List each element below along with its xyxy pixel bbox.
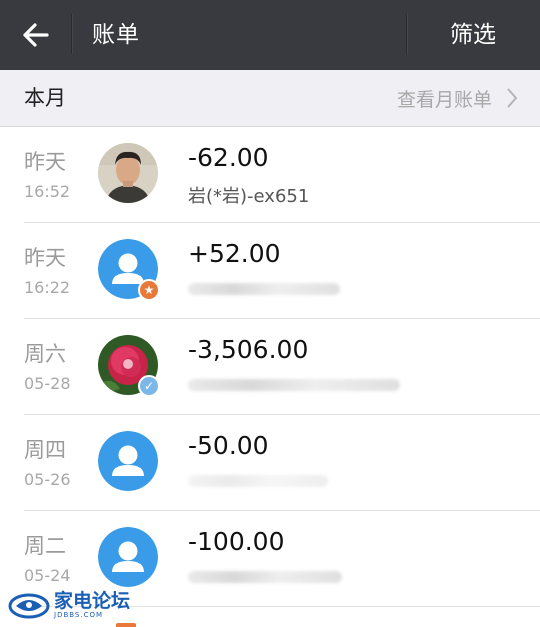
- default-user-icon: [98, 527, 158, 587]
- transaction-row[interactable]: 昨天 16:22 ★ +52.00: [0, 223, 540, 319]
- filter-button[interactable]: 筛选: [406, 0, 540, 70]
- transaction-amount: -3,506.00: [188, 335, 309, 364]
- avatar: [98, 527, 158, 587]
- redacted-description: [188, 571, 342, 583]
- transaction-list: 昨天 16:52 -62.00 岩(*岩)-ex651 昨天 16:22 ★ +…: [0, 127, 540, 607]
- avatar: [98, 431, 158, 491]
- star-badge-icon: ★: [138, 279, 160, 301]
- transaction-amount: -50.00: [188, 431, 269, 460]
- transaction-row[interactable]: 周六 05-28 ✓ -3,506.00: [0, 319, 540, 415]
- month-label: 本月: [24, 86, 66, 110]
- transaction-day: 周六: [24, 342, 66, 366]
- transaction-time: 16:52: [24, 182, 71, 201]
- watermark-subtext: JDBBS.COM: [54, 611, 104, 619]
- page-title: 账单: [92, 22, 140, 48]
- chevron-right-icon: [507, 88, 518, 108]
- transaction-day: 昨天: [24, 150, 66, 174]
- site-watermark: 家电论坛 JDBBS.COM: [8, 586, 138, 624]
- month-section-header: 本月 查看月账单: [0, 70, 540, 127]
- view-monthly-bill-link[interactable]: 查看月账单: [397, 70, 518, 126]
- transaction-day: 周二: [24, 534, 66, 558]
- transaction-row[interactable]: 周四 05-26 -50.00: [0, 415, 540, 511]
- transaction-day: 昨天: [24, 246, 66, 270]
- transaction-time: 05-26: [24, 470, 71, 489]
- watermark-text-group: 家电论坛 JDBBS.COM: [54, 591, 130, 619]
- back-button[interactable]: [0, 0, 70, 70]
- transaction-time: 05-24: [24, 566, 71, 585]
- transaction-amount: -62.00: [188, 143, 269, 172]
- redacted-description: [188, 475, 328, 487]
- forum-logo-icon: [8, 593, 50, 619]
- transaction-day: 周四: [24, 438, 66, 462]
- watermark-text: 家电论坛: [54, 590, 131, 612]
- view-monthly-bill-label: 查看月账单: [396, 88, 492, 111]
- transaction-amount: +52.00: [188, 239, 281, 268]
- transaction-amount: -100.00: [188, 527, 285, 556]
- arrow-left-icon: [23, 23, 49, 47]
- redacted-description: [188, 379, 400, 391]
- default-user-icon: [98, 431, 158, 491]
- portrait-photo: [98, 143, 158, 203]
- transaction-time: 16:22: [24, 278, 71, 297]
- avatar: ★: [98, 239, 160, 301]
- avatar: [98, 143, 158, 203]
- transaction-description: 岩(*岩)-ex651: [188, 186, 310, 207]
- verified-badge-icon: ✓: [138, 375, 160, 397]
- transaction-row[interactable]: 昨天 16:52 -62.00 岩(*岩)-ex651: [0, 127, 540, 223]
- avatar: ✓: [98, 335, 160, 397]
- transaction-time: 05-28: [24, 374, 71, 393]
- header-divider: [71, 14, 72, 54]
- top-bar: 账单 筛选: [0, 0, 540, 70]
- redacted-description: [188, 283, 340, 295]
